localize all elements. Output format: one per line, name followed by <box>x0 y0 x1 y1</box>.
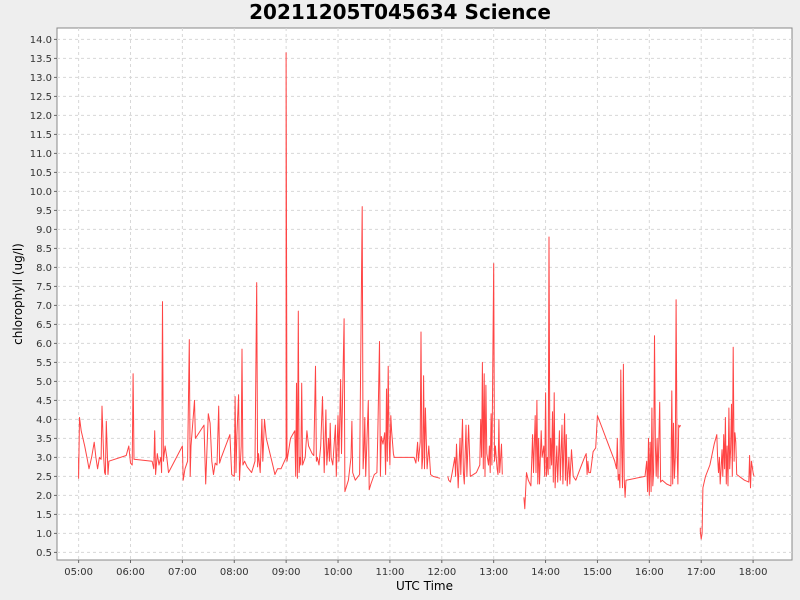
y-tick-label: 9.0 <box>36 225 52 236</box>
y-tick-label: 3.5 <box>36 434 52 445</box>
y-tick-label: 10.0 <box>30 187 52 198</box>
y-tick-label: 2.0 <box>36 491 52 502</box>
y-tick-label: 8.0 <box>36 263 52 274</box>
y-tick-label: 9.5 <box>36 206 52 217</box>
chart-svg: 0.5 1.0 1.5 2.0 2.5 3.0 3.5 4.0 4.5 5.0 5.5 6.0 6.5 7… <box>11 27 793 593</box>
y-tick-label: 1.5 <box>36 510 52 521</box>
y-axis-label: chlorophyll (ug/l) <box>11 243 25 345</box>
y-tick-label: 13.0 <box>30 73 52 84</box>
y-tick-label: 6.5 <box>36 320 52 331</box>
x-tick-label: 08:00 <box>220 567 249 578</box>
x-tick-label: 15:00 <box>583 567 612 578</box>
y-tick-label: 0.5 <box>36 548 52 559</box>
x-axis-label: UTC Time <box>396 579 453 593</box>
y-tick-label: 7.5 <box>36 282 52 293</box>
y-tick-label: 8.5 <box>36 244 52 255</box>
y-tick-label: 6.0 <box>36 339 52 350</box>
x-tick-label: 05:00 <box>64 567 93 578</box>
y-tick-label: 14.0 <box>30 35 52 46</box>
x-tick-label: 12:00 <box>427 567 456 578</box>
x-tick-label: 16:00 <box>635 567 664 578</box>
x-tick-label: 10:00 <box>324 567 353 578</box>
y-tick-label: 4.5 <box>36 396 52 407</box>
y-tick-label: 3.0 <box>36 453 52 464</box>
x-tick-label: 09:00 <box>272 567 301 578</box>
plot-area <box>56 27 793 561</box>
x-tick-label: 06:00 <box>116 567 145 578</box>
x-tick-label: 14:00 <box>531 567 560 578</box>
x-tick-label: 07:00 <box>168 567 197 578</box>
x-tick-label: 18:00 <box>739 567 768 578</box>
y-tick-label: 2.5 <box>36 472 52 483</box>
y-tick-label: 11.0 <box>30 149 52 160</box>
y-tick-label: 12.5 <box>30 92 52 103</box>
y-tick-label: 11.5 <box>30 130 52 141</box>
y-tick-label: 1.0 <box>36 529 52 540</box>
x-tick-label: 17:00 <box>687 567 716 578</box>
y-tick-label: 10.5 <box>30 168 52 179</box>
y-tick-label: 4.0 <box>36 415 52 426</box>
y-tick-label: 7.0 <box>36 301 52 312</box>
x-tick-label: 11:00 <box>375 567 404 578</box>
y-tick-label: 5.5 <box>36 358 52 369</box>
y-tick-label: 13.5 <box>30 54 52 65</box>
y-tick-label: 12.0 <box>30 111 52 122</box>
x-tick-label: 13:00 <box>479 567 508 578</box>
y-tick-label: 5.0 <box>36 377 52 388</box>
